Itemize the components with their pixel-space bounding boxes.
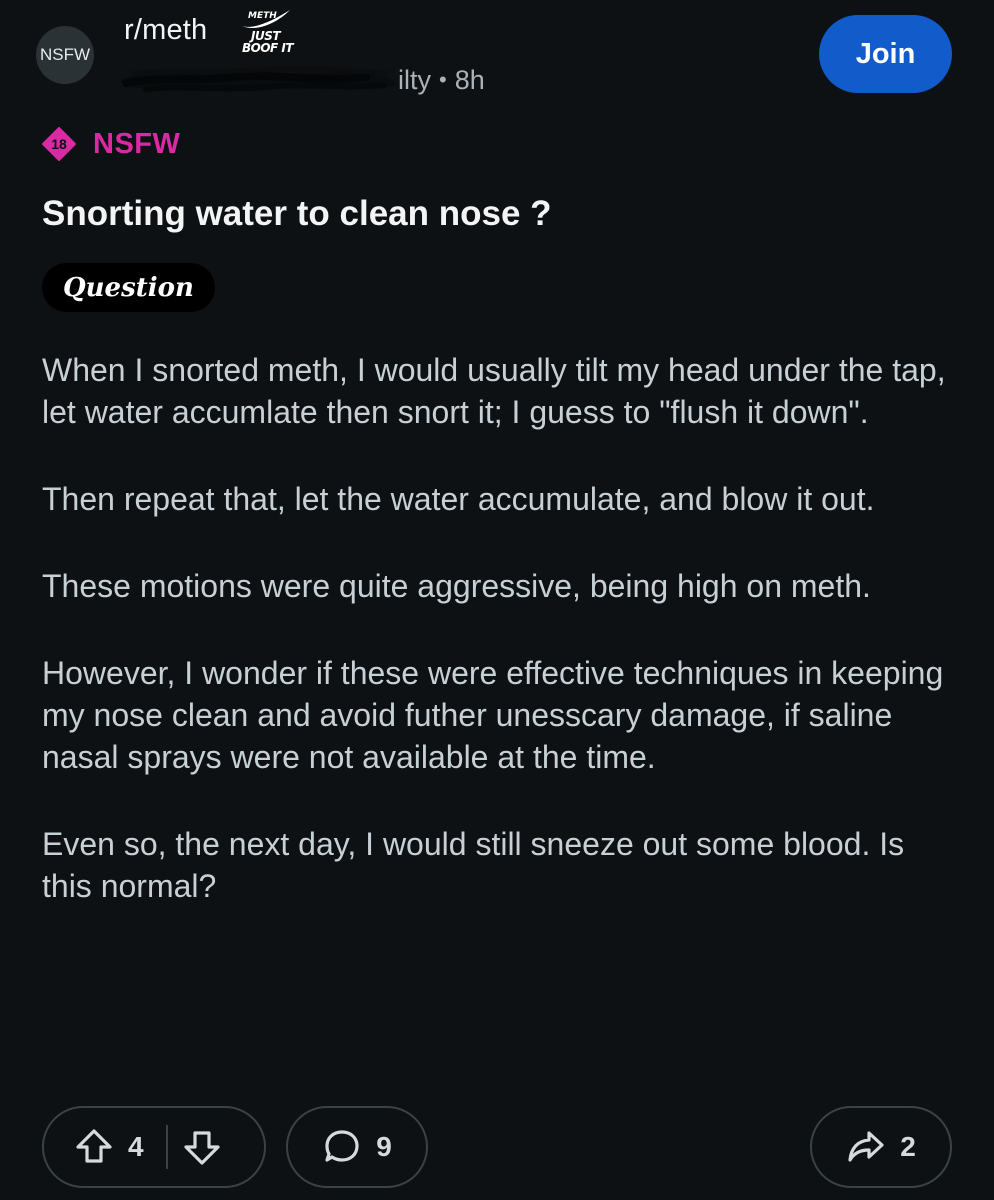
post-paragraph: Even so, the next day, I would still sne… [42,826,905,904]
join-button[interactable]: Join [819,15,952,93]
post-paragraph: However, I wonder if these were effectiv… [42,655,944,775]
avatar-label: NSFW [39,45,91,64]
comment-bubble-icon [325,1130,359,1162]
author-row: ilty • 8h [116,60,485,100]
post-paragraph: When I snorted meth, I would usually til… [42,352,946,430]
comment-count: 9 [376,1131,392,1162]
post-paragraph: Then repeat that, let the water accumula… [42,481,875,517]
post-action-bar: 4 9 2 [42,1106,952,1190]
redacted-username-scribble [116,63,398,97]
post-flair-tag[interactable]: Question [42,263,215,312]
share-count: 2 [900,1131,916,1162]
nsfw-tag: 18 NSFW [42,124,180,164]
nsfw-badge-number: 18 [51,136,67,152]
share-button[interactable]: 2 [810,1106,952,1188]
vote-divider [165,1125,168,1169]
nsfw-label: NSFW [93,127,181,160]
downvote-button[interactable] [182,1127,222,1167]
upvote-button[interactable] [74,1127,114,1167]
downvote-arrow-icon [183,1131,220,1165]
post-time: 8h [454,64,485,95]
post-header: NSFW r/meth METH JUST BOOF IT ilty • 8h … [0,0,994,110]
upvote-arrow-icon [76,1129,112,1163]
comments-button[interactable]: 9 [286,1106,428,1188]
post-body: When I snorted meth, I would usually til… [42,349,947,952]
nsfw-18-icon: 18 [42,127,76,161]
post-paragraph: These motions were quite aggressive, bei… [42,568,871,604]
user-flair-badge: METH JUST BOOF IT [236,8,294,60]
meta-separator: • [439,67,447,92]
svg-text:METH: METH [248,11,277,21]
share-arrow-icon [848,1131,884,1162]
author-name-tail[interactable]: ilty [398,65,431,96]
user-flair-line2: BOOF IT [242,41,294,55]
subreddit-name[interactable]: r/meth [124,14,207,47]
vote-control: 4 [42,1106,266,1188]
subreddit-avatar[interactable]: NSFW [36,26,94,84]
swoosh-icon: METH [242,10,290,29]
post-title: Snorting water to clean nose ? [42,194,552,233]
vote-count: 4 [128,1131,144,1162]
